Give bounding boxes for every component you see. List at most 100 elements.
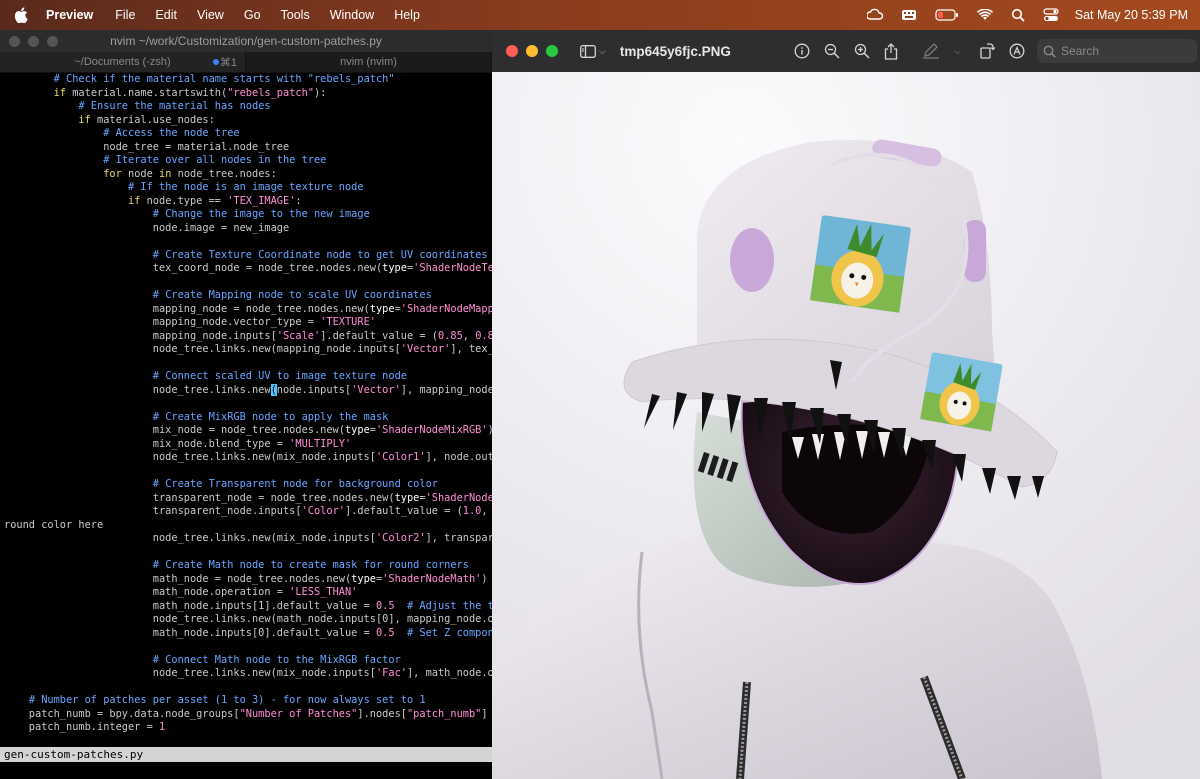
code-line[interactable]: # Connect Math node to the MixRGB factor — [4, 654, 492, 668]
code-line[interactable] — [4, 357, 492, 371]
code-line[interactable]: # Create Transparent node for background… — [4, 478, 492, 492]
search-input[interactable] — [1061, 44, 1181, 58]
code-line[interactable]: math_node = node_tree.nodes.new(type='Sh… — [4, 573, 492, 587]
code-line[interactable]: patch_numb.integer = 1 — [4, 721, 492, 735]
code-line[interactable] — [4, 276, 492, 290]
tab-label: ~/Documents (-zsh) — [74, 56, 171, 68]
menu-window[interactable]: Window — [330, 8, 374, 22]
code-line[interactable]: node_tree.links.new(math_node.inputs[0],… — [4, 613, 492, 627]
minimize-button[interactable] — [28, 36, 39, 47]
zoom-button[interactable] — [47, 36, 58, 47]
terminal-window-controls — [9, 36, 66, 47]
control-center-icon[interactable] — [1043, 8, 1059, 22]
code-line[interactable]: # Access the node tree — [4, 127, 492, 141]
code-line[interactable]: mix_node.blend_type = 'MULTIPLY' — [4, 438, 492, 452]
code-line[interactable]: # Create Texture Coordinate node to get … — [4, 249, 492, 263]
code-line[interactable]: mapping_node.vector_type = 'TEXTURE' — [4, 316, 492, 330]
code-line[interactable]: # Check if the material name starts with… — [4, 73, 492, 87]
preview-toolbar: ⌵ tmp645y6fjc.PNG ⌵ — [492, 30, 1200, 72]
code-line[interactable]: if node.type == 'TEX_IMAGE': — [4, 195, 492, 209]
menu-app-name[interactable]: Preview — [46, 8, 93, 22]
menu-go[interactable]: Go — [244, 8, 261, 22]
code-line[interactable] — [4, 235, 492, 249]
zoom-button[interactable] — [546, 45, 558, 57]
code-line[interactable]: # Number of patches per asset (1 to 3) -… — [4, 694, 492, 708]
zoom-in-icon[interactable] — [854, 43, 870, 59]
code-line[interactable]: # Ensure the material has nodes — [4, 100, 492, 114]
pineapple-patch-small — [920, 352, 1003, 432]
status-area: Sat May 20 5:39 PM — [849, 0, 1188, 30]
menu-help[interactable]: Help — [394, 8, 420, 22]
code-line[interactable]: transparent_node = node_tree.nodes.new(t… — [4, 492, 492, 506]
keyboard-icon[interactable] — [901, 9, 917, 21]
code-line[interactable]: node.image = new_image — [4, 222, 492, 236]
preview-image — [492, 72, 1200, 779]
code-line[interactable]: mix_node = node_tree.nodes.new(type='Sha… — [4, 424, 492, 438]
chevron-down-icon[interactable]: ⌵ — [599, 46, 606, 57]
code-line[interactable]: if material.name.startswith("rebels_patc… — [4, 87, 492, 101]
search-icon[interactable] — [1011, 8, 1025, 22]
terminal-title: nvim ~/work/Customization/gen-custom-pat… — [110, 34, 382, 48]
code-line[interactable]: patch_numb = bpy.data.node_groups["Numbe… — [4, 708, 492, 722]
code-line[interactable]: round color here — [4, 519, 492, 533]
preview-window-controls — [506, 45, 566, 57]
code-line[interactable]: node_tree.links.new(mix_node.inputs['Col… — [4, 532, 492, 546]
zoom-out-icon[interactable] — [824, 43, 840, 59]
code-line[interactable]: math_node.inputs[1].default_value = 0.5 … — [4, 600, 492, 614]
code-line[interactable]: node_tree.links.new(mapping_node.inputs[… — [4, 343, 492, 357]
search-icon — [1043, 45, 1056, 58]
code-line[interactable]: # Change the image to the new image — [4, 208, 492, 222]
annotate-icon[interactable] — [1009, 43, 1025, 59]
chevron-down-icon[interactable]: ⌵ — [954, 46, 961, 57]
code-line[interactable] — [4, 465, 492, 479]
code-line[interactable]: mapping_node = node_tree.nodes.new(type=… — [4, 303, 492, 317]
code-line[interactable]: node_tree.links.new(node.inputs['Vector'… — [4, 383, 492, 398]
menu-view[interactable]: View — [197, 8, 224, 22]
code-line[interactable] — [4, 640, 492, 654]
code-line[interactable]: # Connect scaled UV to image texture nod… — [4, 370, 492, 384]
document-title: tmp645y6fjc.PNG — [619, 43, 731, 59]
close-button[interactable] — [506, 45, 518, 57]
code-line[interactable] — [4, 546, 492, 560]
code-line[interactable]: tex_coord_node = node_tree.nodes.new(typ… — [4, 262, 492, 276]
close-button[interactable] — [9, 36, 20, 47]
tab-nvim[interactable]: nvim (nvim) — [246, 52, 492, 72]
share-icon[interactable] — [884, 42, 898, 60]
code-editor[interactable]: # Check if the material name starts with… — [4, 73, 492, 735]
code-line[interactable]: mapping_node.inputs['Scale'].default_val… — [4, 330, 492, 344]
code-line[interactable]: math_node.inputs[0].default_value = 0.5 … — [4, 627, 492, 641]
markup-pen-icon[interactable] — [922, 43, 940, 59]
code-line[interactable]: # Create MixRGB node to apply the mask — [4, 411, 492, 425]
menu-file[interactable]: File — [115, 8, 135, 22]
tab-zsh[interactable]: ~/Documents (-zsh) ⌘1 — [0, 52, 246, 72]
rotate-icon[interactable] — [979, 43, 995, 59]
menu-edit[interactable]: Edit — [155, 8, 177, 22]
menu-tools[interactable]: Tools — [281, 8, 310, 22]
code-line[interactable]: node_tree = material.node_tree — [4, 141, 492, 155]
code-line[interactable]: math_node.operation = 'LESS_THAN' — [4, 586, 492, 600]
terminal-tab-bar: ~/Documents (-zsh) ⌘1 nvim (nvim) — [0, 52, 492, 73]
search-field[interactable] — [1037, 39, 1197, 63]
nvim-statusline: gen-custom-patches.py — [0, 747, 492, 762]
minimize-button[interactable] — [526, 45, 538, 57]
code-line[interactable]: # Create Math node to create mask for ro… — [4, 559, 492, 573]
info-icon[interactable] — [794, 43, 810, 59]
activity-dot-icon — [213, 59, 219, 65]
code-line[interactable]: node_tree.links.new(mix_node.inputs['Fac… — [4, 667, 492, 681]
wifi-icon[interactable] — [976, 9, 993, 21]
code-line[interactable] — [4, 681, 492, 695]
code-line[interactable]: for node in node_tree.nodes: — [4, 168, 492, 182]
battery-icon[interactable] — [935, 9, 959, 21]
code-line[interactable]: node_tree.links.new(mix_node.inputs['Col… — [4, 451, 492, 465]
menu-clock[interactable]: Sat May 20 5:39 PM — [1075, 8, 1188, 22]
code-line[interactable] — [4, 397, 492, 411]
creative-cloud-icon[interactable] — [866, 8, 883, 22]
code-line[interactable]: transparent_node.inputs['Color'].default… — [4, 505, 492, 519]
code-line[interactable]: # Create Mapping node to scale UV coordi… — [4, 289, 492, 303]
sidebar-toggle-icon[interactable] — [580, 44, 596, 58]
code-line[interactable]: if material.use_nodes: — [4, 114, 492, 128]
terminal-titlebar[interactable]: nvim ~/work/Customization/gen-custom-pat… — [0, 30, 492, 52]
apple-icon[interactable] — [14, 7, 30, 23]
code-line[interactable]: # If the node is an image texture node — [4, 181, 492, 195]
code-line[interactable]: # Iterate over all nodes in the tree — [4, 154, 492, 168]
